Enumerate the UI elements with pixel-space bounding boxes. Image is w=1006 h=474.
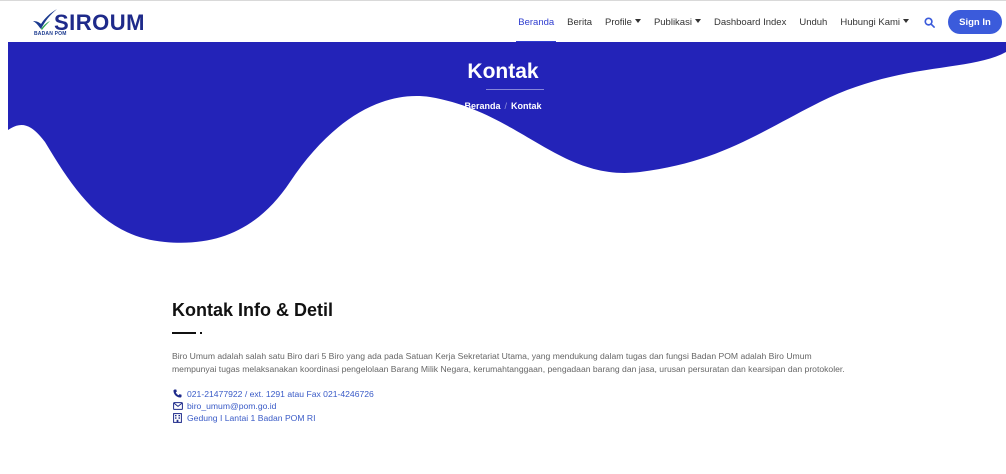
phone-icon	[172, 389, 183, 399]
contact-phone[interactable]: 021-21477922 / ext. 1291 atau Fax 021-42…	[172, 388, 852, 399]
nav-item-beranda[interactable]: Beranda	[516, 1, 557, 43]
nav-item-berita[interactable]: Berita	[567, 1, 592, 43]
breadcrumb-home-link[interactable]: Beranda	[464, 101, 500, 111]
section-title: Kontak Info & Detil	[172, 300, 333, 320]
nav-label: Profile	[605, 16, 632, 28]
building-icon	[172, 412, 183, 423]
caret-down-icon	[903, 19, 909, 23]
contact-address[interactable]: Gedung I Lantai 1 Badan POM RI	[172, 412, 852, 423]
contact-list: 021-21477922 / ext. 1291 atau Fax 021-42…	[172, 388, 852, 423]
contact-email-text: biro_umum@pom.go.id	[187, 400, 277, 411]
search-icon[interactable]	[922, 15, 936, 29]
page-title: Kontak	[467, 60, 539, 83]
sign-in-button[interactable]: Sign In	[948, 10, 1002, 34]
contact-address-text: Gedung I Lantai 1 Badan POM RI	[187, 412, 316, 423]
top-navbar: BADAN POM SIROUM Beranda Berita Profile …	[0, 0, 1006, 43]
nav-label: Berita	[567, 16, 592, 28]
nav-label: Hubungi Kami	[840, 16, 900, 28]
breadcrumb-current: Kontak	[511, 101, 542, 111]
caret-down-icon	[634, 19, 641, 23]
caret-down-icon	[694, 19, 701, 23]
brand-name[interactable]: SIROUM	[54, 10, 145, 36]
breadcrumb-separator: /	[504, 101, 507, 111]
nav-label: Unduh	[799, 16, 828, 28]
nav-item-profile[interactable]: Profile	[605, 1, 641, 43]
title-underline	[172, 330, 852, 336]
nav-item-hubungi-kami[interactable]: Hubungi Kami	[840, 1, 909, 43]
main-nav: Beranda Berita Profile Publikasi Dashboa…	[516, 1, 1006, 43]
nav-item-publikasi[interactable]: Publikasi	[654, 1, 701, 43]
nav-label: Dashboard Index	[713, 16, 787, 28]
mail-icon	[172, 401, 183, 411]
contact-email[interactable]: biro_umum@pom.go.id	[172, 400, 852, 411]
hero-banner: Kontak Beranda / Kontak	[0, 42, 1006, 252]
nav-item-dashboard-index[interactable]: Dashboard Index	[714, 1, 786, 43]
underline-bar	[172, 332, 196, 334]
breadcrumb: Beranda / Kontak	[0, 101, 1006, 111]
nav-item-unduh[interactable]: Unduh	[799, 1, 827, 43]
nav-label: Beranda	[518, 16, 555, 28]
title-divider	[486, 89, 544, 90]
underline-dot	[200, 332, 202, 334]
section-description: Biro Umum adalah salah satu Biro dari 5 …	[172, 351, 845, 374]
nav-label: Publikasi	[653, 16, 692, 28]
contact-section: Kontak Info & Detil Biro Umum adalah sal…	[172, 300, 852, 424]
contact-phone-text: 021-21477922 / ext. 1291 atau Fax 021-42…	[187, 388, 374, 399]
